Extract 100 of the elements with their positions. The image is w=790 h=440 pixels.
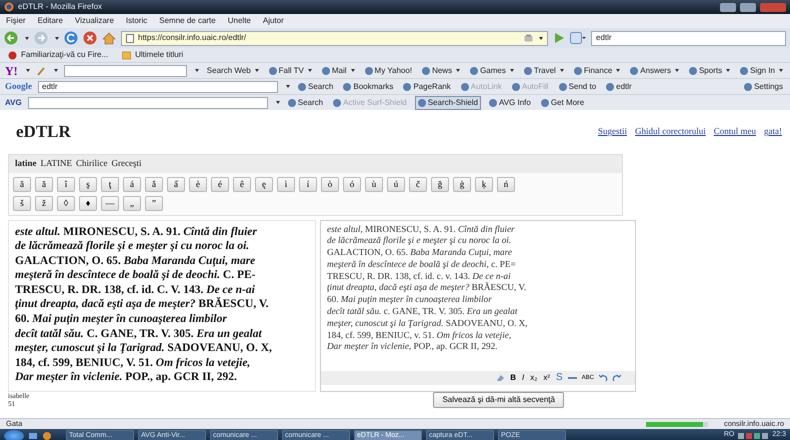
character-button[interactable]: „ [123, 196, 141, 210]
bold-button[interactable]: B [509, 372, 517, 384]
toolbar-item[interactable]: edtlr [604, 80, 634, 92]
redo-icon[interactable] [612, 374, 621, 382]
reload-icon[interactable] [64, 31, 78, 45]
character-button[interactable]: ♦ [79, 196, 97, 210]
character-button[interactable]: š [13, 196, 31, 210]
launcher-icon[interactable] [42, 430, 52, 440]
toolbar-item[interactable]: Answers [628, 64, 681, 76]
character-button[interactable]: ù [365, 176, 383, 192]
toolbar-item[interactable]: Sign In [738, 64, 785, 76]
desktop-icon[interactable] [28, 430, 38, 440]
menu-item[interactable]: Editare [38, 15, 63, 27]
character-button[interactable]: ì [277, 176, 295, 192]
toolbar-item[interactable]: News [420, 64, 462, 76]
charset-tab[interactable]: latine [15, 157, 36, 170]
character-button[interactable]: ò [321, 176, 339, 192]
bookmark-item[interactable]: Familiarizaţi-vă cu Fire... [6, 49, 110, 61]
character-button[interactable]: ş [79, 176, 97, 192]
character-button[interactable]: ” [145, 196, 163, 210]
toolbar-logo[interactable]: Y! [5, 62, 18, 80]
nav-link[interactable]: gata! [764, 125, 782, 139]
character-button[interactable]: î [57, 176, 75, 192]
character-button[interactable]: ğ [431, 176, 449, 192]
character-button[interactable]: é [211, 176, 229, 192]
toolbar-item[interactable]: Search [286, 96, 326, 108]
character-button[interactable]: ◊ [57, 196, 75, 210]
menu-item[interactable]: Istoric [126, 15, 148, 27]
dropdown-caret-icon[interactable] [54, 69, 58, 72]
toolbar-item[interactable]: Games [468, 64, 516, 76]
character-button[interactable]: ú [387, 176, 405, 192]
dropdown-caret-icon[interactable] [26, 69, 30, 72]
character-button[interactable]: ţ [101, 176, 119, 192]
character-button[interactable]: ó [343, 176, 361, 192]
search-field[interactable]: edtlr [591, 30, 786, 46]
search-field[interactable] [64, 64, 187, 76]
bookmark-item[interactable]: Ultimele titluri [120, 49, 186, 61]
toolbar-item[interactable]: Search [296, 80, 336, 92]
superscript-button[interactable]: x² [542, 372, 551, 384]
character-button[interactable]: — [101, 196, 119, 210]
nav-link[interactable]: Contul meu [714, 125, 756, 139]
minimize-button[interactable] [720, 2, 736, 12]
toolbar-item[interactable]: Send to [556, 80, 598, 92]
close-button[interactable] [760, 2, 786, 12]
back-icon[interactable] [4, 31, 18, 45]
character-button[interactable]: ę [255, 176, 273, 192]
tray-icons-drawing[interactable] [738, 432, 768, 440]
toolbar-logo[interactable]: Google [5, 80, 32, 94]
character-button[interactable]: ń [497, 176, 515, 192]
italic-button[interactable]: I [520, 372, 526, 384]
dropdown-caret-icon[interactable] [286, 85, 290, 88]
toolbar-item[interactable]: Search Web [204, 64, 261, 76]
dropdown-caret-icon[interactable] [194, 69, 199, 72]
character-button[interactable]: ž [35, 196, 53, 210]
horizontal-rule-icon[interactable] [568, 374, 577, 380]
toolbar-item[interactable]: Finance [572, 64, 622, 76]
undo-icon[interactable] [599, 374, 608, 382]
strikethrough-button[interactable]: S [554, 372, 564, 384]
start-button[interactable] [4, 430, 24, 440]
character-button[interactable]: ă [13, 176, 31, 192]
charset-tab[interactable]: Chirilice [76, 157, 108, 170]
dropdown-caret-icon[interactable] [25, 36, 29, 40]
character-button[interactable]: ê [233, 176, 251, 192]
go-icon[interactable] [553, 32, 565, 44]
character-button[interactable]: ă [35, 176, 53, 192]
character-button[interactable]: è [189, 176, 207, 192]
character-button[interactable]: ắ [145, 176, 163, 192]
maximize-button[interactable] [740, 2, 756, 12]
menu-item[interactable]: Vizualizare [74, 15, 114, 27]
nav-link[interactable]: Sugestii [598, 125, 628, 139]
character-button[interactable]: á [123, 176, 141, 192]
toolbar-item[interactable]: Get More [538, 96, 586, 108]
pencil-icon[interactable] [36, 66, 46, 76]
menu-item[interactable]: Ajutor [262, 15, 284, 27]
toolbar-item[interactable]: Mail [320, 64, 357, 76]
settings-button[interactable]: Settings [742, 80, 785, 92]
toolbar-item[interactable]: Sports [686, 64, 732, 76]
eraser-icon[interactable] [496, 374, 506, 382]
character-button[interactable]: č [409, 176, 427, 192]
menu-item[interactable]: Fişier [6, 15, 26, 27]
character-button[interactable]: ģ [453, 176, 471, 192]
toolbar-item[interactable]: PageRank [401, 80, 453, 92]
character-button[interactable]: í [299, 176, 317, 192]
toolbar-item[interactable]: Travel [522, 64, 566, 76]
charset-tab[interactable]: LATINE [40, 157, 72, 170]
toolbar-item[interactable]: My Yahoo! [362, 64, 414, 76]
text-editor[interactable] [320, 220, 636, 392]
subscript-button[interactable]: x₂ [529, 372, 538, 384]
menu-item[interactable]: Unelte [228, 15, 251, 27]
character-button[interactable]: ķ [475, 176, 493, 192]
address-field[interactable]: https://consilr.info.uaic.ro/edtlr/ [121, 30, 548, 46]
search-field[interactable]: edtlr [38, 80, 278, 92]
menu-item[interactable]: Semne de carte [159, 15, 216, 27]
home-icon[interactable] [102, 32, 116, 44]
toolbar-item[interactable]: AVG Info [486, 96, 533, 108]
toolbar-item[interactable]: Bookmarks [341, 80, 396, 92]
dropdown-caret-icon[interactable] [55, 36, 59, 40]
dropdown-caret-icon[interactable] [539, 36, 543, 40]
charset-tab[interactable]: Greceşti [112, 157, 142, 170]
nav-link[interactable]: Ghidul corectorului [635, 125, 706, 139]
